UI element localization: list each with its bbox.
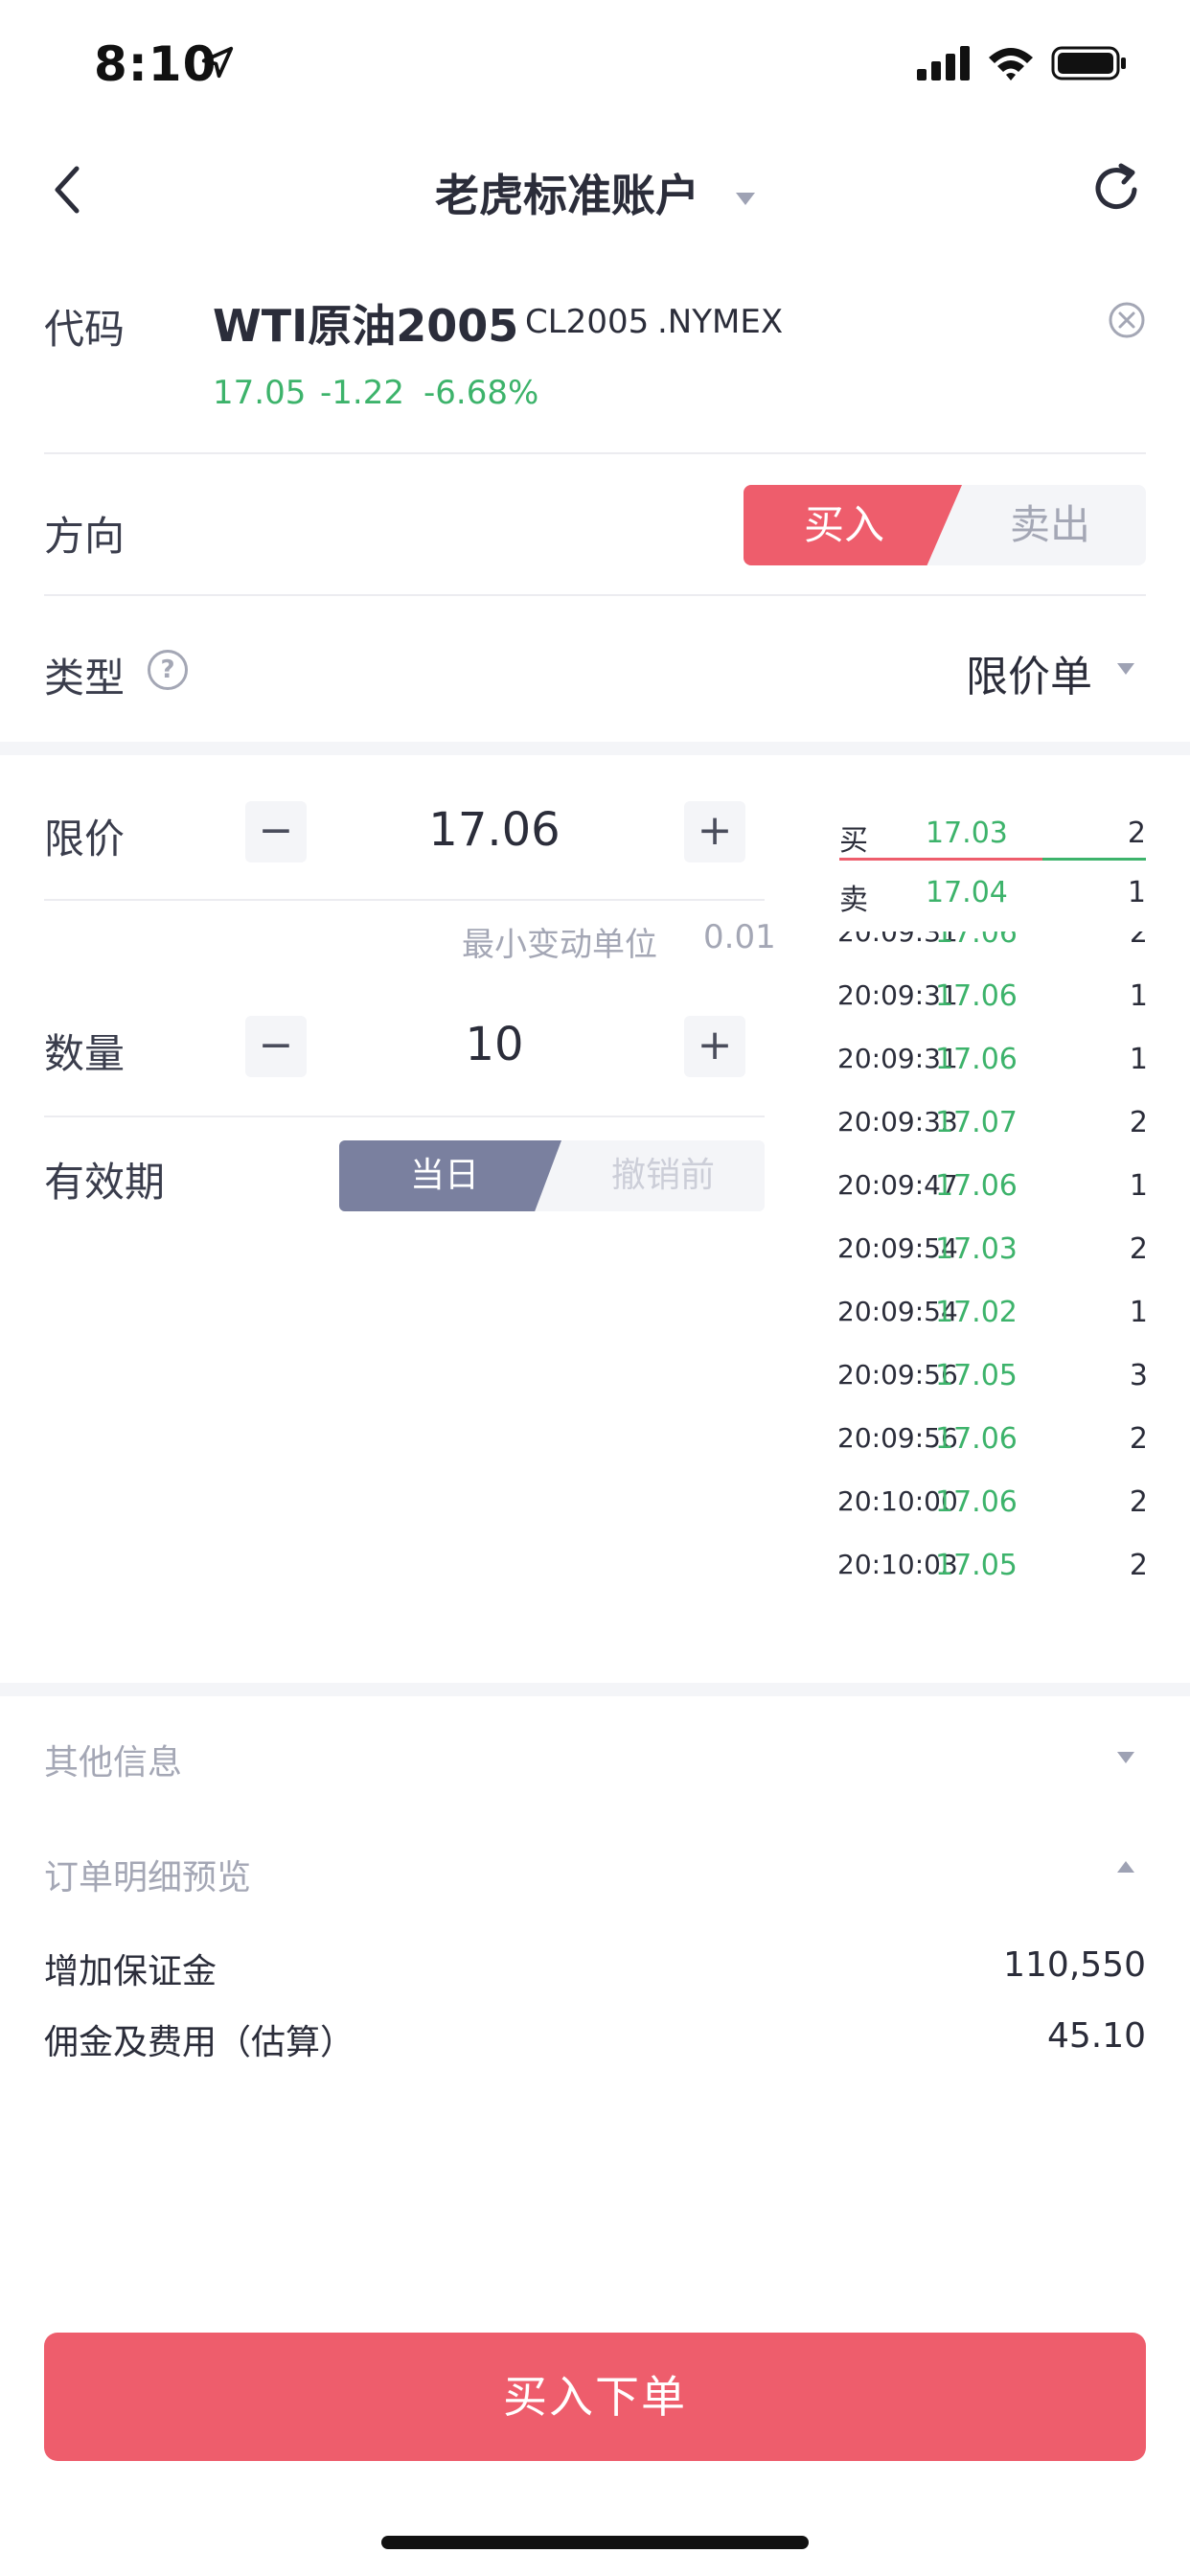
trade-tick-row: 20:09:33 17.07 2: [834, 1106, 1150, 1169]
ask-price[interactable]: 17.04: [926, 876, 1008, 909]
caret-down-icon: [736, 193, 755, 205]
other-info-label[interactable]: 其他信息: [44, 1735, 182, 1784]
margin-label: 增加保证金: [44, 1952, 217, 1991]
price-change-percent: -6.68%: [423, 374, 539, 412]
tick-price: 17.06: [935, 1422, 1018, 1456]
order-preview-label[interactable]: 订单明细预览: [44, 1850, 251, 1899]
section-gap: [0, 742, 1190, 755]
direction-toggle: 买入 卖出: [744, 485, 1146, 565]
help-icon[interactable]: ?: [148, 650, 188, 690]
wifi-icon: [989, 48, 1033, 80]
type-label: 类型: [44, 655, 126, 702]
trade-ticks-list[interactable]: 20:09:31 17.06 2 20:09:31 17.06 1 20:09:31 17.0…: [834, 932, 1150, 1618]
code-label: 代码: [44, 306, 126, 353]
limit-plus-button[interactable]: +: [684, 801, 745, 862]
trade-tick-row: 20:09:31 17.06 2: [834, 932, 1150, 979]
fee-label: 佣金及费用（估算）: [44, 2023, 355, 2062]
trade-tick-row: 20:09:54 17.02 1: [834, 1296, 1150, 1359]
tick-quantity: 2: [1129, 1422, 1148, 1456]
tick-quantity: 2: [1129, 1549, 1148, 1582]
tick-quantity: 2: [1129, 1106, 1148, 1139]
fee-value: 45.10: [1046, 2016, 1146, 2056]
trade-tick-row: 20:09:31 17.06 1: [834, 979, 1150, 1043]
divider: [44, 594, 1146, 596]
tick-price: 17.05: [935, 1359, 1018, 1392]
contract-symbol: CL2005: [525, 303, 650, 341]
tick-quantity: 1: [1129, 1043, 1148, 1076]
validity-day-button[interactable]: 当日: [339, 1140, 550, 1211]
divider: [44, 452, 1146, 454]
ask-quantity: 1: [1127, 876, 1146, 909]
sell-button[interactable]: 卖出: [954, 485, 1146, 565]
tick-price: 17.03: [935, 1232, 1018, 1266]
bid-quantity: 2: [1127, 816, 1146, 850]
quantity-label: 数量: [44, 1030, 126, 1077]
direction-label: 方向: [44, 513, 126, 560]
battery-icon: [1051, 46, 1126, 80]
tick-price: 17.06: [935, 1485, 1018, 1519]
contract-name: WTI原油2005: [213, 300, 519, 352]
limit-minus-button[interactable]: −: [245, 801, 307, 862]
quantity-minus-button[interactable]: −: [245, 1016, 307, 1077]
caret-up-icon[interactable]: [1117, 1861, 1134, 1873]
location-arrow-icon: [201, 46, 234, 79]
home-indicator[interactable]: [381, 2536, 809, 2549]
account-selector[interactable]: 老虎标准账户: [0, 161, 1190, 224]
submit-buy-order-button[interactable]: 买入下单: [44, 2333, 1146, 2461]
last-price: 17.05: [213, 374, 307, 412]
trade-tick-row: 20:09:56 17.06 2: [834, 1422, 1150, 1485]
margin-value: 110,550: [1003, 1945, 1146, 1985]
divider: [44, 899, 765, 901]
buy-button[interactable]: 买入: [744, 485, 945, 565]
tick-quantity: 1: [1129, 1296, 1148, 1329]
divider: [44, 1116, 765, 1117]
cellular-signal-icon: [917, 46, 970, 80]
tick-quantity: 2: [1129, 1232, 1148, 1266]
min-tick-value: 0.01: [703, 918, 776, 956]
tick-price: 17.06: [935, 932, 1018, 950]
clear-icon[interactable]: [1108, 301, 1146, 339]
section-gap: [0, 1683, 1190, 1696]
bid-side-label: 买: [839, 824, 868, 858]
validity-gtc-button[interactable]: 撤销前: [561, 1140, 765, 1211]
tick-quantity: 1: [1129, 1169, 1148, 1203]
tick-price: 17.06: [935, 1043, 1018, 1076]
limit-price-input[interactable]: 17.06: [351, 803, 638, 857]
trade-tick-row: 20:09:54 17.03 2: [834, 1232, 1150, 1296]
trade-tick-row: 20:10:03 17.05 2: [834, 1549, 1150, 1612]
tick-quantity: 2: [1129, 1485, 1148, 1519]
validity-label: 有效期: [44, 1159, 166, 1206]
trade-tick-row: 20:09:56 17.05 3: [834, 1359, 1150, 1422]
bid-price[interactable]: 17.03: [926, 816, 1008, 850]
tick-quantity: 1: [1129, 979, 1148, 1013]
quantity-plus-button[interactable]: +: [684, 1016, 745, 1077]
trade-tick-row: 20:09:47 17.06 1: [834, 1169, 1150, 1232]
tick-price: 17.02: [935, 1296, 1018, 1329]
ask-volume-bar: [1042, 858, 1146, 861]
tick-price: 17.07: [935, 1106, 1018, 1139]
tick-quantity: 2: [1129, 932, 1148, 950]
tick-quantity: 3: [1129, 1359, 1148, 1392]
tick-price: 17.06: [935, 979, 1018, 1013]
bid-volume-bar: [839, 858, 1042, 861]
ask-side-label: 卖: [839, 884, 868, 917]
limit-price-label: 限价: [44, 816, 126, 862]
tick-price: 17.06: [935, 1169, 1018, 1203]
contract-exchange: .NYMEX: [657, 303, 784, 341]
account-title: 老虎标准账户: [435, 170, 699, 221]
trade-tick-row: 20:10:00 17.06 2: [834, 1485, 1150, 1549]
order-type-select[interactable]: 限价单: [966, 642, 1092, 703]
price-change: -1.22: [320, 374, 404, 412]
validity-toggle: 当日 撤销前: [339, 1140, 765, 1211]
caret-down-icon[interactable]: [1117, 1752, 1134, 1763]
min-tick-label: 最小变动单位: [462, 926, 657, 964]
caret-down-icon: [1117, 663, 1134, 675]
refresh-icon[interactable]: [1092, 161, 1142, 215]
quantity-input[interactable]: 10: [351, 1018, 638, 1071]
trade-tick-row: 20:09:31 17.06 1: [834, 1043, 1150, 1106]
tick-price: 17.05: [935, 1549, 1018, 1582]
